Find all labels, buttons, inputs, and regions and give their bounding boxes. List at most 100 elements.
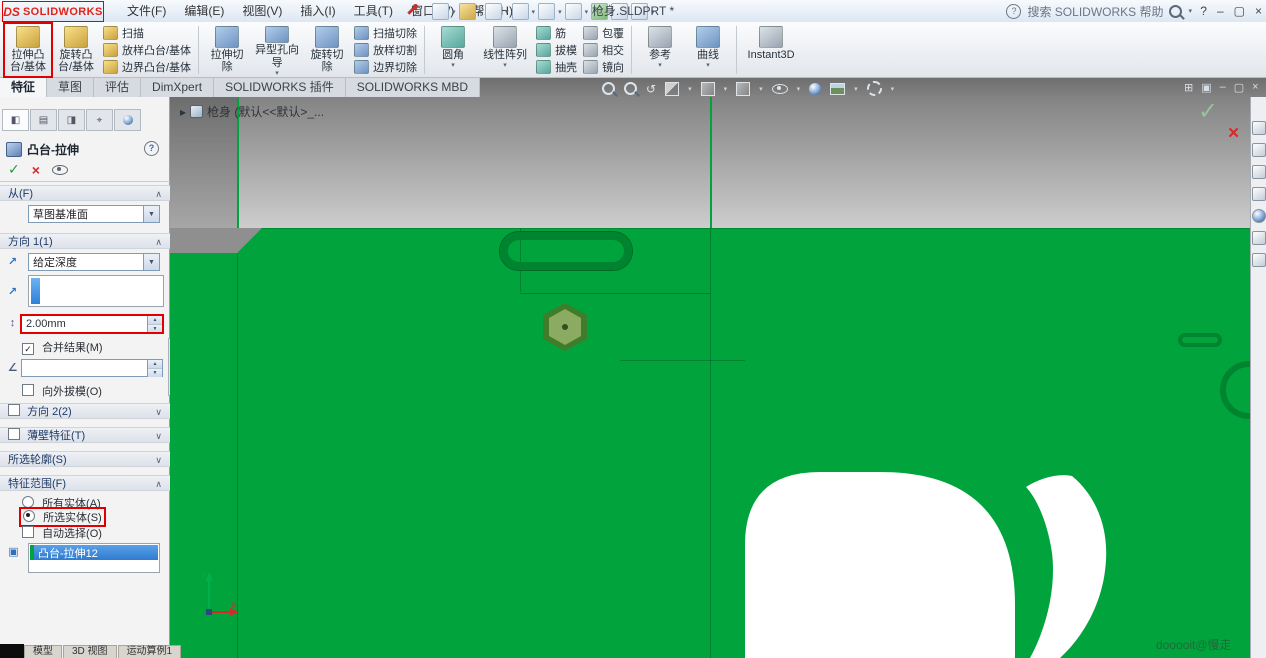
dropdown-arrow-icon[interactable]: ▼ [143,206,159,222]
menu-insert[interactable]: 插入(I) [291,0,344,22]
previous-view-icon[interactable]: ↺ [646,82,656,96]
lofted-cut-button[interactable]: 放样切割 [354,42,417,58]
radio-unselected-icon[interactable] [22,496,34,508]
section-view-icon[interactable] [665,82,679,96]
pm-preview-eye-icon[interactable] [52,165,68,175]
revolved-cut-button[interactable]: 旋转切 除 [303,23,351,77]
tab-motion-study[interactable]: 运动算例1 [118,645,182,658]
draft-stepper[interactable]: ▲ ▼ [147,360,162,376]
new-document-icon[interactable] [432,3,449,20]
draft-spinbox[interactable]: ▲ ▼ [21,359,163,377]
scope-list-item[interactable]: 凸台-拉伸12 [30,545,158,560]
checkbox-checked-icon[interactable]: ✓ [22,343,34,355]
view-palette-icon[interactable] [1252,187,1266,201]
tab-dimxpert[interactable]: DimXpert [141,78,214,97]
home-icon[interactable] [1252,121,1266,135]
draft-button[interactable]: 拔模 [536,42,577,58]
depth-stepper[interactable]: ▲ ▼ [147,316,162,332]
draft-value[interactable] [22,360,147,376]
tab-sketch[interactable]: 草图 [47,78,94,97]
pm-help-icon[interactable]: ? [144,141,159,156]
pm-cancel-button[interactable]: × [32,162,40,178]
select-icon[interactable] [565,3,582,20]
shell-button[interactable]: 抽壳 [536,59,577,75]
hole-wizard-button[interactable]: 异型孔向导 ▾ [251,23,303,77]
swept-boss-button[interactable]: 扫描 [103,25,191,41]
view-orientation-icon[interactable] [701,82,715,96]
doc-minimize-icon[interactable]: – [1220,81,1226,94]
direction-reference-box[interactable] [28,275,164,307]
curves-button[interactable]: 曲线 ▾ [684,23,732,77]
doc-close-icon[interactable]: × [1252,81,1258,94]
zoom-fit-icon[interactable] [602,82,615,95]
doc-tile-icon[interactable]: ⊞ [1184,81,1193,94]
featuremanager-tab-icon[interactable]: ◧ [2,109,29,131]
extruded-boss-button[interactable]: 拉伸凸 台/基体 [4,23,52,77]
boundary-boss-button[interactable]: 边界凸台/基体 [103,59,191,75]
checkbox-empty-icon[interactable] [22,526,34,538]
tab-evaluate[interactable]: 评估 [94,78,141,97]
view-settings-icon[interactable] [867,81,882,96]
print-icon[interactable] [512,3,529,20]
displaymanager-tab-icon[interactable] [114,109,141,131]
viewport-breadcrumb[interactable]: ▸ 枪身 (默认<<默认>_... [180,103,324,120]
section-direction2[interactable]: 方向 2(2) ∨ [0,403,170,419]
end-condition-combobox[interactable]: 给定深度 ▼ [28,253,160,271]
appearances-scenes-icon[interactable] [1252,209,1266,223]
doc-restore-icon[interactable]: ▣ [1201,81,1211,94]
hex-boss-feature[interactable] [543,303,587,351]
custom-properties-icon[interactable] [1252,231,1266,245]
design-library-icon[interactable] [1252,143,1266,157]
menu-view[interactable]: 视图(V) [233,0,291,22]
dropdown-arrow-icon[interactable]: ▼ [143,254,159,270]
hide-show-items-icon[interactable] [772,84,788,94]
section-selected-contours[interactable]: 所选轮廓(S) ∨ [0,451,170,467]
depth-spinbox[interactable]: 2.00mm ▲ ▼ [21,315,163,333]
forum-icon[interactable] [1252,253,1266,267]
swept-cut-button[interactable]: 扫描切除 [354,25,417,41]
menu-file[interactable]: 文件(F) [118,0,175,22]
revolved-boss-button[interactable]: 旋转凸 台/基体 [52,23,100,77]
from-combobox[interactable]: 草图基准面 ▼ [28,205,160,223]
save-icon[interactable] [485,3,502,20]
rib-button[interactable]: 筋 [536,25,577,41]
draft-outward-row[interactable]: 向外拔模(O) [22,383,102,399]
depth-value[interactable]: 2.00mm [22,316,147,332]
undo-icon[interactable] [538,3,555,20]
reverse-direction-icon[interactable]: ↗ [5,255,20,268]
graphics-viewport[interactable]: ▸ 枪身 (默认<<默认>_... ✓ × Y X [170,97,1250,658]
intersect-button[interactable]: 相交 [583,42,624,58]
doc-maximize-icon[interactable]: ▢ [1234,81,1244,94]
extruded-cut-button[interactable]: 拉伸切 除 [203,23,251,77]
close-button[interactable]: × [1255,4,1262,18]
help-search[interactable]: ? 搜索 SOLIDWORKS 帮助 ▾ [1006,0,1192,22]
radio-selected-icon[interactable] [23,510,35,522]
slot-boss-feature[interactable] [500,232,632,270]
tab-features[interactable]: 特征 [0,78,47,97]
checkbox-empty-icon[interactable] [22,384,34,396]
confirmation-cancel-icon[interactable]: × [1228,123,1239,145]
linear-pattern-button[interactable]: 线性阵列 ▾ [477,23,533,77]
reference-geometry-button[interactable]: 参考 ▾ [636,23,684,77]
wrap-button[interactable]: 包覆 [583,25,624,41]
tab-sw-addins[interactable]: SOLIDWORKS 插件 [214,78,346,97]
minimize-button[interactable]: – [1217,4,1224,18]
stepper-up-icon[interactable]: ▲ [148,360,162,368]
checkbox-empty-icon[interactable] [8,428,20,440]
display-style-icon[interactable] [736,82,750,96]
menu-pin-icon[interactable] [404,4,418,18]
scope-selected-bodies-row[interactable]: 所选实体(S) [20,508,105,526]
menu-edit[interactable]: 编辑(E) [175,0,233,22]
stepper-up-icon[interactable]: ▲ [148,316,162,324]
scope-auto-select-row[interactable]: 自动选择(O) [22,525,102,541]
checkbox-empty-icon[interactable] [8,404,20,416]
tab-model[interactable]: 模型 [24,645,62,658]
app-help-button[interactable]: ? [1200,4,1207,18]
restore-button[interactable]: ▢ [1234,4,1245,18]
stepper-down-icon[interactable]: ▼ [148,368,162,377]
thin-slot-feature[interactable] [1178,333,1222,347]
apply-scene-icon[interactable] [830,83,845,95]
section-thin-feature[interactable]: 薄壁特征(T) ∨ [0,427,170,443]
lofted-boss-button[interactable]: 放样凸台/基体 [103,42,191,58]
dimxpertmanager-tab-icon[interactable]: ⌖ [86,109,113,131]
